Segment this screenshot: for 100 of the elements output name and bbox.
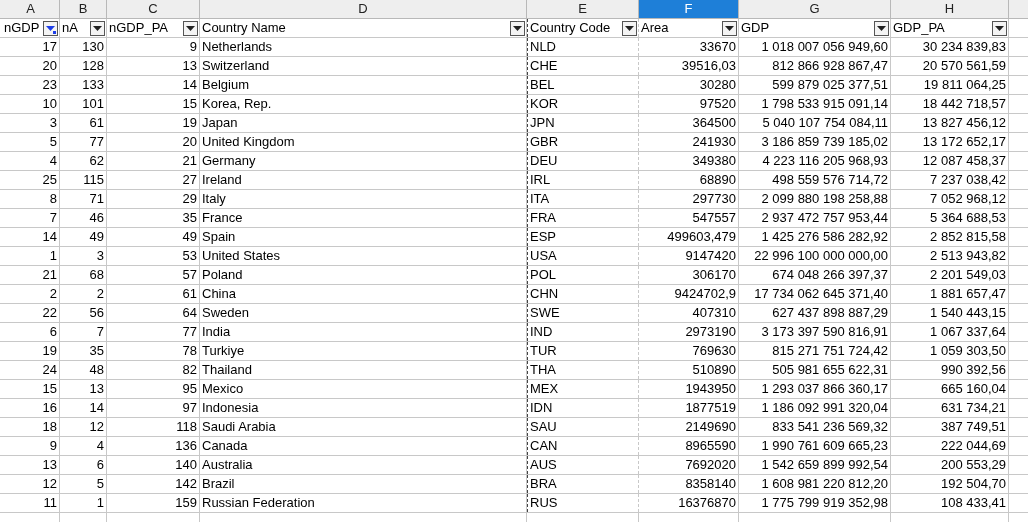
- column-header[interactable]: B: [60, 0, 107, 18]
- table-cell-text: 2149690: [685, 418, 736, 437]
- table-cell-text: 61: [89, 114, 104, 133]
- filter-dropdown-button[interactable]: [722, 20, 737, 36]
- filter-dropdown-button[interactable]: [183, 20, 198, 36]
- table-cell-text: 627 437 898 887,29: [772, 304, 888, 323]
- table-cell-text: 9: [49, 437, 57, 456]
- table-cell-text: 68890: [699, 171, 736, 190]
- table-cell-text: 27: [182, 171, 197, 190]
- table-cell-text: 8358140: [685, 475, 736, 494]
- table-cell-text: 14: [89, 399, 104, 418]
- table-cell-text: CHE: [530, 57, 558, 76]
- column-header[interactable]: C: [107, 0, 200, 18]
- table-cell-text: 1: [49, 247, 57, 266]
- table-cell-text: IND: [530, 323, 553, 342]
- header-label: GDP: [740, 19, 771, 38]
- table-cell-text: 82: [182, 361, 197, 380]
- table-cell-text: 4: [96, 437, 104, 456]
- table-cell-text: NLD: [530, 38, 556, 57]
- table-cell-text: 24: [42, 361, 57, 380]
- table-cell-text: 833 541 236 569,32: [772, 418, 888, 437]
- table-cell-text: 128: [82, 57, 104, 76]
- table-cell-text: 62: [89, 152, 104, 171]
- table-cell-text: 159: [175, 494, 197, 513]
- table-cell-text: FRA: [530, 209, 556, 228]
- table-cell-text: Poland: [202, 266, 243, 285]
- table-cell-text: BEL: [530, 76, 555, 95]
- table-cell-text: RUS: [530, 494, 558, 513]
- filter-dropdown-button[interactable]: [874, 20, 889, 36]
- table-cell-text: 2973190: [685, 323, 736, 342]
- filter-dropdown-button[interactable]: [43, 20, 58, 36]
- header-label: GDP_PA: [892, 19, 946, 38]
- table-cell-text: 10: [42, 95, 57, 114]
- table-cell-text: 57: [182, 266, 197, 285]
- table-cell-text: 7 237 038,42: [930, 171, 1006, 190]
- table-cell-text: 25: [42, 171, 57, 190]
- table-cell-text: 35: [89, 342, 104, 361]
- filter-dropdown-button[interactable]: [622, 20, 637, 36]
- table-cell-text: 7 052 968,12: [930, 190, 1006, 209]
- column-header[interactable]: F: [639, 0, 739, 18]
- header-label: Country Name: [201, 19, 287, 38]
- table-cell-text: 665 160,04: [940, 380, 1006, 399]
- table-cell-text: IRL: [530, 171, 551, 190]
- table-cell-text: 1 990 761 609 665,23: [761, 437, 888, 456]
- table-cell-text: 200 553,29: [940, 456, 1006, 475]
- table-cell-text: 222 044,69: [940, 437, 1006, 456]
- column-header[interactable]: G: [739, 0, 891, 18]
- table-cell-text: 49: [89, 228, 104, 247]
- table-cell-text: 30280: [699, 76, 736, 95]
- table-cell-text: 498 559 576 714,72: [772, 171, 888, 190]
- table-cell-text: Spain: [202, 228, 236, 247]
- table-cell-text: Sweden: [202, 304, 249, 323]
- table-cell-text: 2: [49, 285, 57, 304]
- table-cell-text: 1877519: [685, 399, 736, 418]
- filter-dropdown-button[interactable]: [510, 20, 525, 36]
- table-cell-text: 4 223 116 205 968,93: [762, 152, 888, 171]
- table-cell-text: Ireland: [202, 171, 242, 190]
- table-cell-text: 5 364 688,53: [930, 209, 1006, 228]
- table-cell-text: 2 099 880 198 258,88: [761, 190, 888, 209]
- table-cell-text: 133: [82, 76, 104, 95]
- table-cell-text: IDN: [530, 399, 553, 418]
- table-cell-text: 71: [89, 190, 104, 209]
- table-cell-text: 30 234 839,83: [922, 38, 1006, 57]
- table-cell-text: Mexico: [202, 380, 244, 399]
- table-cell-text: 306170: [692, 266, 736, 285]
- caret-icon: [186, 25, 195, 31]
- table-cell-text: 61: [182, 285, 197, 304]
- table-cell-text: 21: [182, 152, 197, 171]
- column-header[interactable]: A: [2, 0, 60, 18]
- column-header[interactable]: D: [200, 0, 527, 18]
- column-header[interactable]: H: [891, 0, 1009, 18]
- table-cell-text: 97520: [699, 95, 736, 114]
- table-cell-text: 20 570 561,59: [922, 57, 1006, 76]
- table-cell-text: 510890: [692, 361, 736, 380]
- table-cell-text: Italy: [202, 190, 226, 209]
- table-cell-text: 2 201 549,03: [930, 266, 1006, 285]
- table-cell-text: 77: [89, 133, 104, 152]
- table-cell-text: 1 067 337,64: [930, 323, 1006, 342]
- table-cell-text: 8965590: [685, 437, 736, 456]
- table-cell-text: 11: [43, 494, 57, 513]
- table-cell-text: 1 186 092 991 320,04: [761, 399, 888, 418]
- table-cell-text: 53: [182, 247, 197, 266]
- filter-dropdown-button[interactable]: [992, 20, 1007, 36]
- table-cell-text: 20: [42, 57, 57, 76]
- table-cell-text: 364500: [692, 114, 736, 133]
- table-cell-text: 349380: [692, 152, 736, 171]
- table-cell-text: 33670: [699, 38, 736, 57]
- table-cell-text: 97: [182, 399, 197, 418]
- table-cell-text: Saudi Arabia: [202, 418, 276, 437]
- table-cell-text: 13 172 652,17: [922, 133, 1006, 152]
- table-cell-text: 5: [49, 133, 57, 152]
- table-cell-text: 19: [42, 342, 57, 361]
- filter-dropdown-button[interactable]: [90, 20, 105, 36]
- table-cell-text: 23: [42, 76, 57, 95]
- table-cell-text: 22: [42, 304, 57, 323]
- table-cell-text: 78: [182, 342, 197, 361]
- table-cell-text: 13: [42, 456, 57, 475]
- table-cell-text: ESP: [530, 228, 556, 247]
- table-cell-text: 9: [189, 38, 197, 57]
- caret-icon: [877, 25, 886, 31]
